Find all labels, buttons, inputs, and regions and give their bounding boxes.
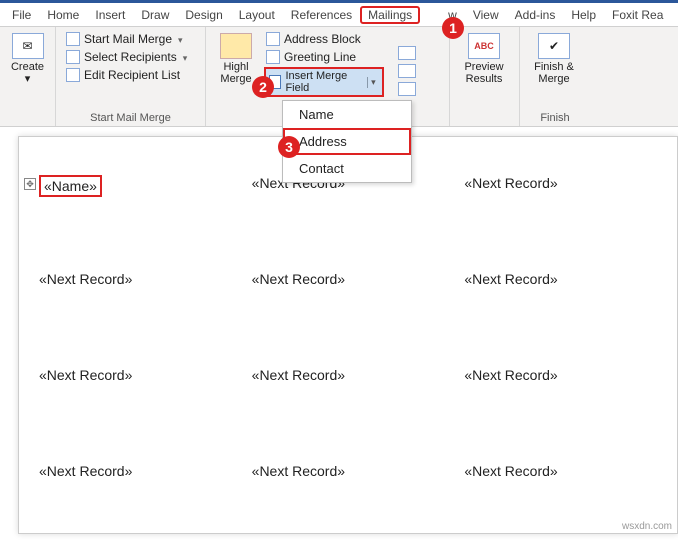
menu-help[interactable]: Help xyxy=(563,6,604,24)
table-move-handle[interactable]: ✥ xyxy=(24,178,36,190)
next-record-field: «Next Record» xyxy=(464,271,557,287)
chevron-down-icon[interactable]: ▾ xyxy=(367,77,379,88)
address-block-icon xyxy=(266,32,280,46)
insert-merge-field-dropdown: Name Address Contact xyxy=(282,100,412,183)
highlight-merge-fields-button[interactable]: Highl Merge xyxy=(214,31,258,110)
menu-mailings[interactable]: Mailings xyxy=(360,6,420,24)
rules-icon[interactable] xyxy=(398,46,416,60)
finish-group-label: Finish xyxy=(528,110,582,124)
dropdown-item-contact[interactable]: Contact xyxy=(283,155,411,182)
match-fields-icon[interactable] xyxy=(398,64,416,78)
preview-results-button[interactable]: ABC Preview Results xyxy=(458,31,510,110)
next-record-field: «Next Record» xyxy=(252,367,345,383)
next-record-field: «Next Record» xyxy=(252,271,345,287)
menu-home[interactable]: Home xyxy=(39,6,87,24)
edit-recipient-list-button[interactable]: Edit Recipient List xyxy=(64,67,197,83)
next-record-field: «Next Record» xyxy=(464,367,557,383)
document-icon xyxy=(66,32,80,46)
edit-list-icon xyxy=(66,68,80,82)
menu-draw[interactable]: Draw xyxy=(133,6,177,24)
start-mail-merge-group-label: Start Mail Merge xyxy=(64,110,197,124)
next-record-field: «Next Record» xyxy=(464,463,557,479)
dropdown-item-name[interactable]: Name xyxy=(283,101,411,128)
menu-insert[interactable]: Insert xyxy=(87,6,133,24)
menu-addins[interactable]: Add-ins xyxy=(507,6,564,24)
dropdown-item-address[interactable]: Address xyxy=(283,128,411,155)
menu-foxit[interactable]: Foxit Rea xyxy=(604,6,671,24)
address-block-button[interactable]: Address Block xyxy=(264,31,392,47)
select-recipients-button[interactable]: Select Recipients xyxy=(64,49,197,65)
callout-badge-1: 1 xyxy=(442,17,464,39)
document-page: «Name» «Next Record» «Next Record» «Next… xyxy=(18,136,678,534)
next-record-field: «Next Record» xyxy=(39,463,132,479)
finish-merge-button[interactable]: ✔ Finish & Merge xyxy=(528,31,580,110)
greeting-line-button[interactable]: Greeting Line xyxy=(264,49,392,65)
callout-badge-2: 2 xyxy=(252,76,274,98)
menu-view[interactable]: View xyxy=(465,6,507,24)
people-icon xyxy=(66,50,80,64)
callout-badge-3: 3 xyxy=(278,136,300,158)
greeting-line-icon xyxy=(266,50,280,64)
preview-icon: ABC xyxy=(468,33,500,59)
next-record-field: «Next Record» xyxy=(39,271,132,287)
next-record-field: «Next Record» xyxy=(252,463,345,479)
menu-bar: File Home Insert Draw Design Layout Refe… xyxy=(0,3,678,27)
watermark: wsxdn.com xyxy=(622,521,672,532)
menu-design[interactable]: Design xyxy=(177,6,230,24)
menu-layout[interactable]: Layout xyxy=(231,6,283,24)
insert-merge-field-button[interactable]: Insert Merge Field ▾ xyxy=(264,67,384,97)
next-record-field: «Next Record» xyxy=(464,175,557,191)
start-mail-merge-button[interactable]: Start Mail Merge xyxy=(64,31,197,47)
highlight-icon xyxy=(220,33,252,59)
create-button[interactable]: ✉ Create▾ xyxy=(8,31,47,110)
labels-table: «Name» «Next Record» «Next Record» «Next… xyxy=(29,167,667,551)
envelope-icon: ✉ xyxy=(12,33,44,59)
menu-file[interactable]: File xyxy=(4,6,39,24)
finish-icon: ✔ xyxy=(538,33,570,59)
update-labels-icon[interactable] xyxy=(398,82,416,96)
next-record-field: «Next Record» xyxy=(39,367,132,383)
merge-field-name[interactable]: «Name» xyxy=(39,175,102,197)
menu-references[interactable]: References xyxy=(283,6,360,24)
